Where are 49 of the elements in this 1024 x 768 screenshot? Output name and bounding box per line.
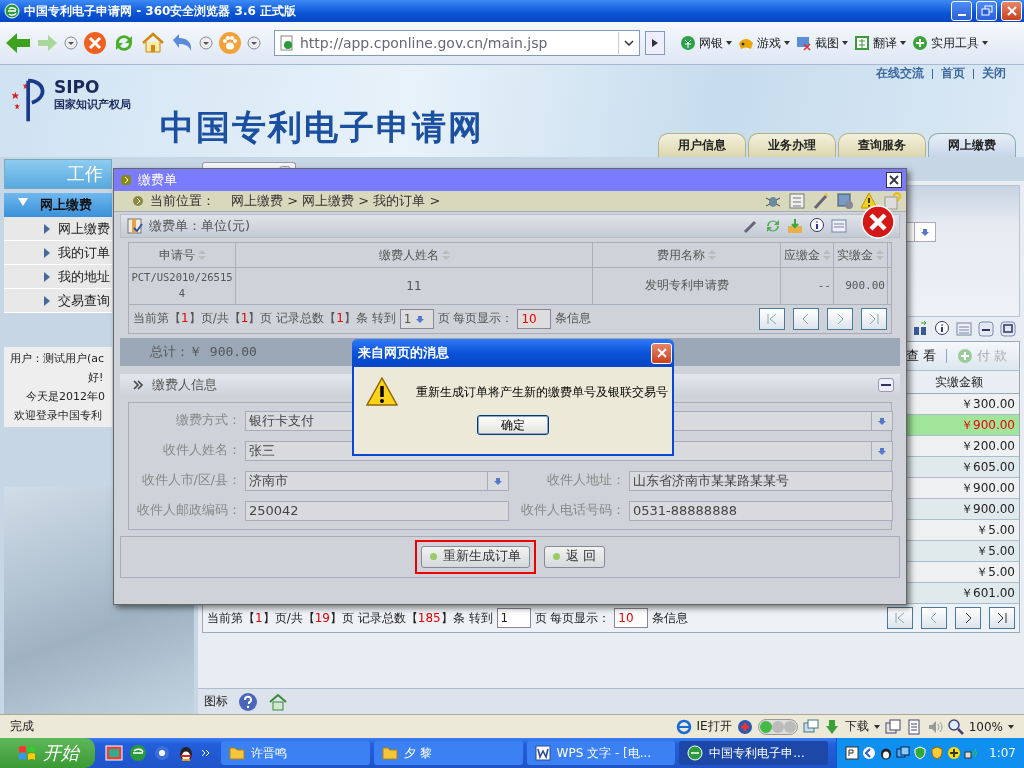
user-info-text: 用户：测试用户(ac — [10, 351, 105, 366]
field-label: 缴费方式： — [175, 412, 241, 429]
amount-cell: ￥900.00 — [961, 416, 1015, 434]
amount-cell: ￥5.00 — [976, 563, 1015, 581]
amount-cell: ￥5.00 — [976, 542, 1015, 560]
table-cell: 发明专利申请费 — [593, 268, 781, 304]
field-label: 收件人姓名： — [162, 442, 241, 459]
pager-status: 当前第【1】页/共【1】页 记录总数【1】条 转到 — [133, 310, 396, 327]
table-cell: PCT/US2010/265154 — [129, 268, 236, 304]
field-label: 收件人邮政编码： — [136, 502, 241, 519]
sidebar-title: 工作 — [66, 162, 103, 186]
amount-cell: ￥300.00 — [961, 395, 1015, 413]
field-label: 收件人地址： — [546, 472, 625, 489]
user-info-text: 欢迎登录中国专利 — [14, 408, 102, 423]
amount-cell: ￥605.00 — [961, 458, 1015, 476]
column-header: 实缴金额 — [935, 373, 983, 391]
section-label: 网上缴费 — [40, 196, 92, 214]
pager-label: 页 每页显示： — [437, 310, 514, 327]
window-title: 中国专利电子申请网 - 360安全浏览器 3.6 正式版 — [24, 2, 296, 20]
field-label: 收件人市/区/县： — [140, 472, 241, 489]
user-info-text: 好! — [88, 370, 104, 385]
table-cell: -- — [781, 268, 834, 304]
amount-cell: ￥900.00 — [961, 500, 1015, 518]
logo-subtitle: 国家知识产权局 — [54, 97, 131, 112]
status-text: 完成 — [10, 718, 34, 735]
amount-cell: ￥5.00 — [976, 521, 1015, 539]
logo-text: SIPO — [54, 77, 101, 97]
amount-cell: ￥200.00 — [961, 437, 1015, 455]
pager-status: 当前第【1】页/共【19】页 记录总数【185】条 转到 — [207, 609, 493, 627]
amount-cell: ￥900.00 — [961, 479, 1015, 497]
clock: 1:07 — [989, 746, 1016, 760]
site-title: 中国专利电子申请网 — [160, 106, 484, 149]
total-text: 总计：￥ 900.00 — [150, 342, 257, 361]
panel-title: 缴费单：单位(元) — [149, 217, 251, 235]
field-label: 收件人电话号码： — [520, 502, 625, 519]
window-title: 缴费单 — [138, 171, 177, 189]
pager-label: 条信息 — [652, 609, 689, 627]
table-cell: 11 — [236, 268, 593, 304]
user-info-text: 今天是2012年0 — [26, 389, 105, 404]
amount-cell: ￥601.00 — [961, 584, 1015, 602]
pager-label: 条信息 — [555, 310, 592, 327]
table-cell: 900.00 — [834, 268, 888, 304]
breadcrumb-path: 网上缴费 > 网上缴费 > 我的订单 > — [231, 192, 441, 210]
breadcrumb-label: 当前位置： — [150, 192, 215, 210]
dialog-title: 来自网页的消息 — [358, 344, 449, 362]
pager-label: 页 每页显示： — [534, 609, 611, 627]
legend-label: 图标 — [204, 693, 228, 710]
dialog-message: 重新生成订单将产生新的缴费单号及银联交易号 — [416, 383, 668, 401]
section-title: 缴费人信息 — [152, 375, 217, 394]
